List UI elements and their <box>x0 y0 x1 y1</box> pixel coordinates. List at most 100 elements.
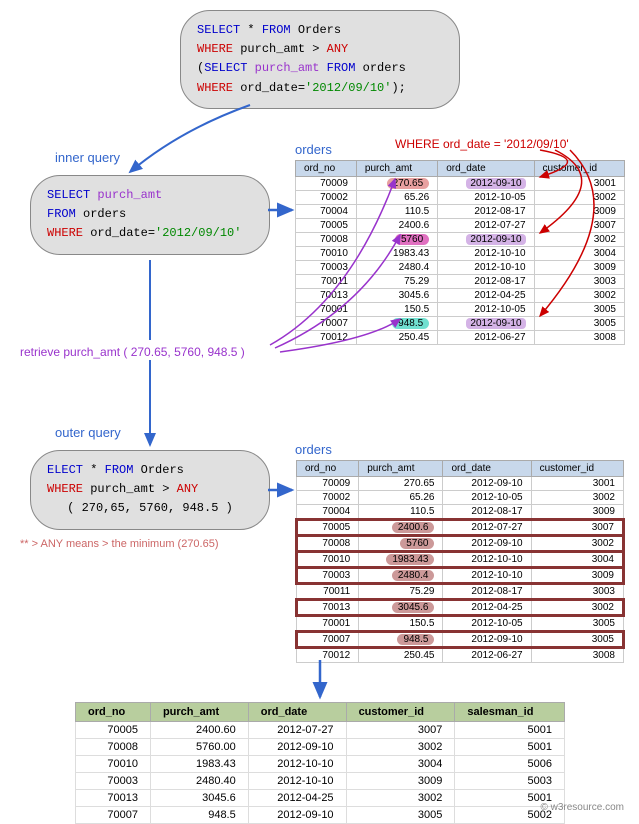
cell: 70010 <box>297 552 359 568</box>
cell: 3002 <box>534 191 624 205</box>
cell: 2012-09-10 <box>438 317 534 331</box>
cell: 2012-07-27 <box>248 722 346 739</box>
cell: 70005 <box>76 722 151 739</box>
sql-line: ELECT * FROM Orders <box>47 461 253 480</box>
cell: 2012-10-10 <box>443 552 531 568</box>
cell: 270.65 <box>359 477 443 491</box>
cell: 2012-04-25 <box>443 600 531 616</box>
cell: 70009 <box>297 477 359 491</box>
retrieve-note: retrieve purch_amt ( 270.65, 5760, 948.5… <box>20 345 245 359</box>
cell: 75.29 <box>359 584 443 600</box>
cell: 65.26 <box>359 491 443 505</box>
cell: 70003 <box>297 568 359 584</box>
table-row: 700101983.432012-10-1030045006 <box>76 756 565 773</box>
main-query-box: SELECT * FROM Orders WHERE purch_amt > A… <box>180 10 460 109</box>
table-row: 700101983.432012-10-103004 <box>296 247 625 261</box>
cell: 3005 <box>531 632 623 648</box>
cell: 70008 <box>297 536 359 552</box>
cell: 70010 <box>76 756 151 773</box>
cell: 948.5 <box>150 807 248 824</box>
cell: 948.5 <box>356 317 437 331</box>
table-row: 700052400.62012-07-273007 <box>296 219 625 233</box>
cell: 70010 <box>296 247 357 261</box>
cell: 70002 <box>297 491 359 505</box>
cell: 2012-09-10 <box>438 177 534 191</box>
cell: 3002 <box>531 600 623 616</box>
cell: 250.45 <box>356 331 437 345</box>
table-row: 70007948.52012-09-1030055002 <box>76 807 565 824</box>
cell: 150.5 <box>359 616 443 632</box>
table-row: 70007948.52012-09-103005 <box>297 632 624 648</box>
cell: 3002 <box>531 536 623 552</box>
cell: 5006 <box>455 756 565 773</box>
outer-query-box: ELECT * FROM Orders WHERE purch_amt > AN… <box>30 450 270 530</box>
table-row: 70012250.452012-06-273008 <box>296 331 625 345</box>
cell: 2012-04-25 <box>438 289 534 303</box>
cell: 3002 <box>346 790 455 807</box>
cell: 70005 <box>296 219 357 233</box>
flow-arrows <box>0 0 639 823</box>
cell: 70013 <box>76 790 151 807</box>
cell: 3008 <box>531 648 623 663</box>
table-row: 7000265.262012-10-053002 <box>296 191 625 205</box>
cell: 2400.6 <box>356 219 437 233</box>
cell: 3007 <box>346 722 455 739</box>
table-row: 700101983.432012-10-103004 <box>297 552 624 568</box>
cell: 3002 <box>534 233 624 247</box>
cell: 70001 <box>296 303 357 317</box>
attribution: © w3resource.com <box>540 802 624 813</box>
table-row: 700133045.62012-04-2530025001 <box>76 790 565 807</box>
col-ord_date: ord_date <box>248 703 346 722</box>
table-row: 7000857602012-09-103002 <box>296 233 625 247</box>
col-ord_no: ord_no <box>76 703 151 722</box>
cell: 2012-10-10 <box>248 773 346 790</box>
cell: 3045.6 <box>359 600 443 616</box>
col-customer_id: customer_id <box>534 161 624 177</box>
cell: 3009 <box>534 205 624 219</box>
table-row: 70009270.652012-09-103001 <box>296 177 625 191</box>
table-row: 7000265.262012-10-053002 <box>297 491 624 505</box>
result-table: ord_nopurch_amtord_datecustomer_idsalesm… <box>75 702 565 824</box>
cell: 150.5 <box>356 303 437 317</box>
cell: 70013 <box>297 600 359 616</box>
cell: 3005 <box>531 616 623 632</box>
table-row: 70004110.52012-08-173009 <box>296 205 625 219</box>
cell: 3009 <box>531 505 623 520</box>
sql-line: WHERE ord_date='2012/09/10' <box>47 224 253 243</box>
cell: 3004 <box>531 552 623 568</box>
cell: 2012-09-10 <box>443 536 531 552</box>
cell: 75.29 <box>356 275 437 289</box>
cell: 3045.6 <box>150 790 248 807</box>
cell: 70012 <box>296 331 357 345</box>
cell: 2012-10-05 <box>443 491 531 505</box>
cell: 3007 <box>531 520 623 536</box>
table-row: 7001175.292012-08-173003 <box>296 275 625 289</box>
cell: 70007 <box>296 317 357 331</box>
cell: 70002 <box>296 191 357 205</box>
where-date-note: WHERE ord_date = '2012/09/10' <box>395 137 569 151</box>
cell: 2400.6 <box>359 520 443 536</box>
sql-line: (SELECT purch_amt FROM orders <box>197 59 443 78</box>
cell: 2012-10-10 <box>438 261 534 275</box>
col-ord_date: ord_date <box>443 461 531 477</box>
cell: 70007 <box>297 632 359 648</box>
sql-line: FROM orders <box>47 205 253 224</box>
table-row: 7000857602012-09-103002 <box>297 536 624 552</box>
cell: 2012-06-27 <box>438 331 534 345</box>
cell: 3002 <box>531 491 623 505</box>
cell: 70004 <box>297 505 359 520</box>
table-row: 7001175.292012-08-173003 <box>297 584 624 600</box>
col-customer_id: customer_id <box>346 703 455 722</box>
sql-line: SELECT purch_amt <box>47 186 253 205</box>
cell: 2012-09-10 <box>438 233 534 247</box>
cell: 2012-06-27 <box>443 648 531 663</box>
sql-line: SELECT * FROM Orders <box>197 21 443 40</box>
table-row: 700133045.62012-04-253002 <box>297 600 624 616</box>
cell: 2012-10-10 <box>443 568 531 584</box>
col-purch_amt: purch_amt <box>359 461 443 477</box>
cell: 3045.6 <box>356 289 437 303</box>
cell: 2012-08-17 <box>443 505 531 520</box>
cell: 3004 <box>346 756 455 773</box>
cell: 5003 <box>455 773 565 790</box>
cell: 3003 <box>534 275 624 289</box>
